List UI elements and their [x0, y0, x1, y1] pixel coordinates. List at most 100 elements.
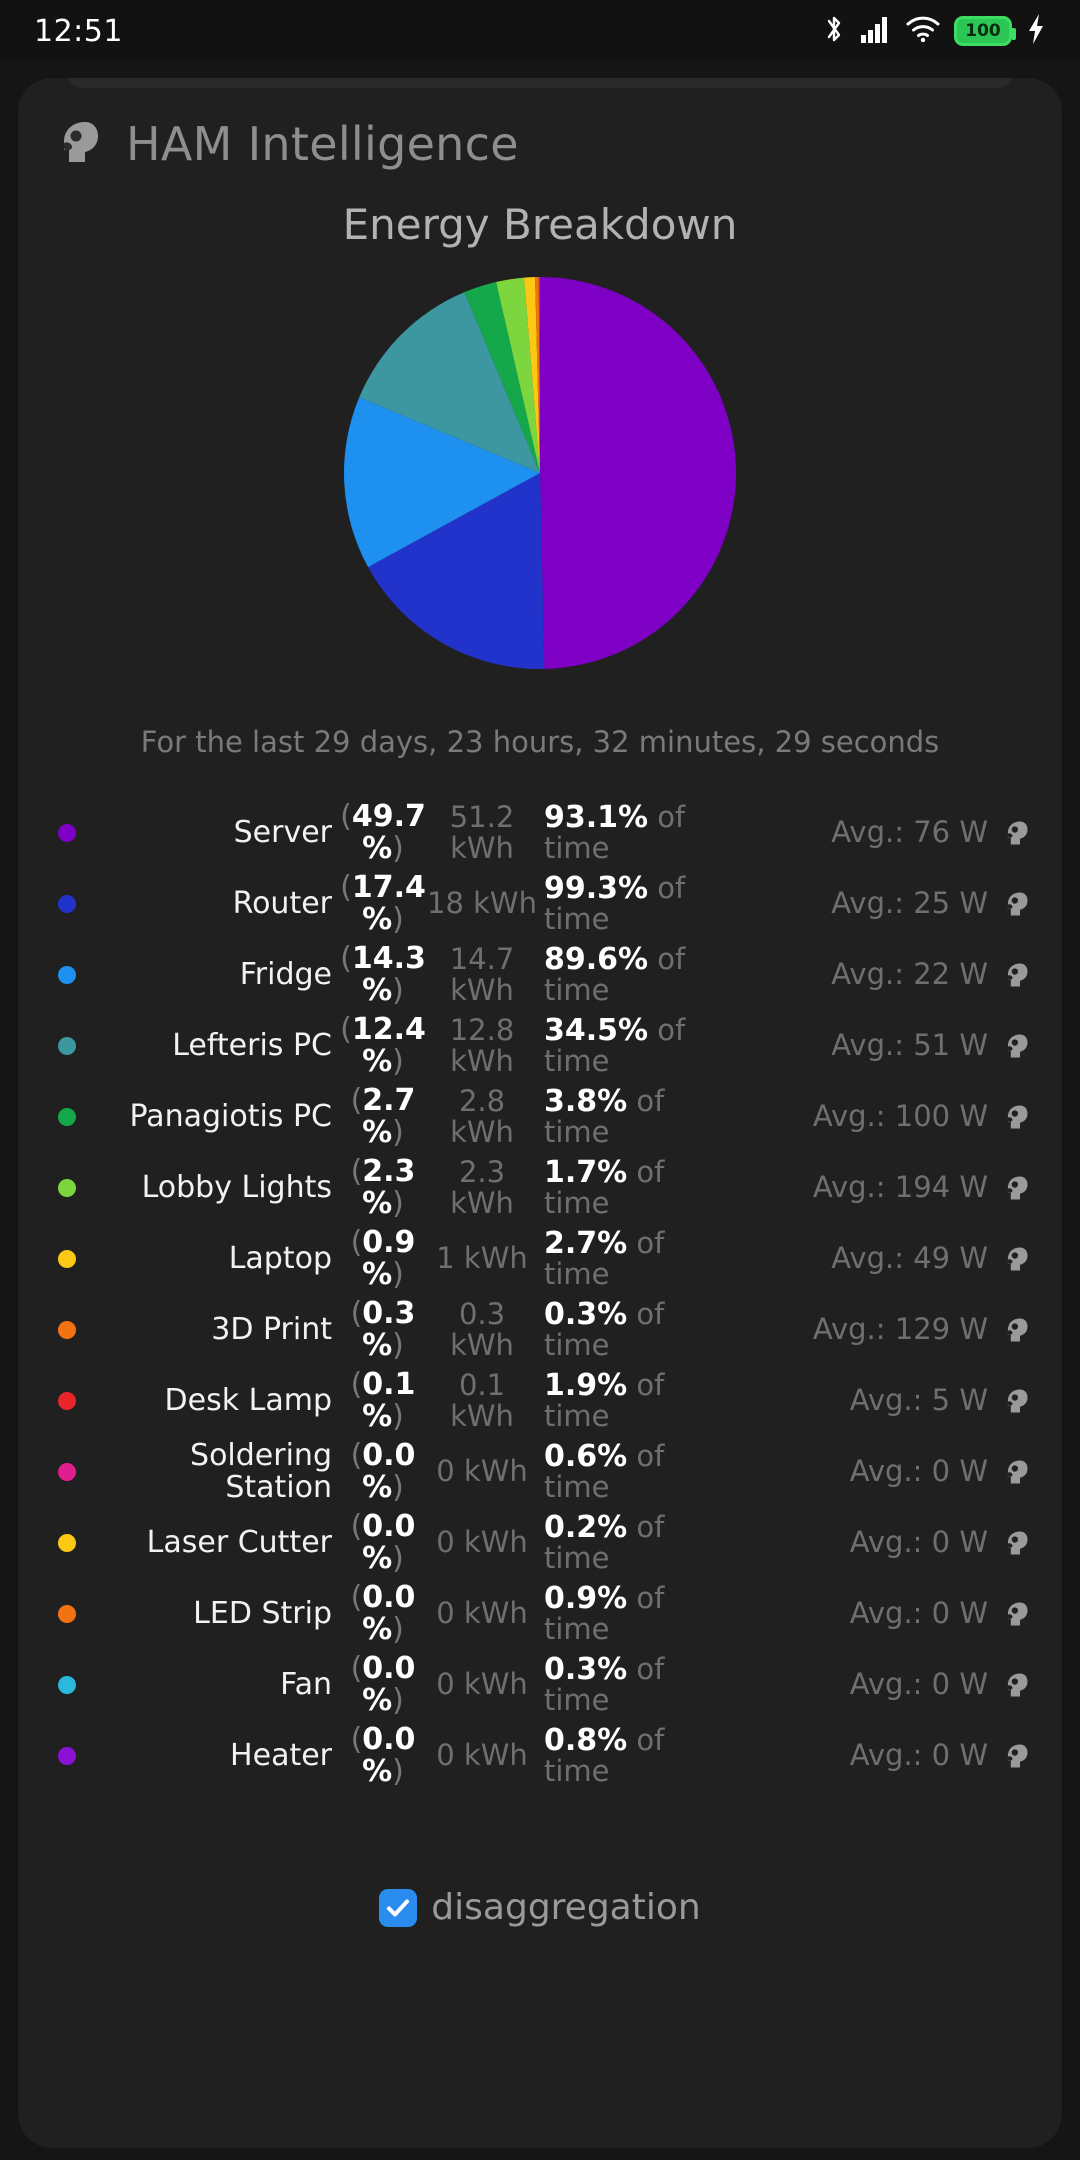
head-profile-icon [996, 1457, 1036, 1487]
device-average-power: Avg.: 0 W [849, 1453, 988, 1488]
device-time-value: 2.7% [544, 1225, 628, 1261]
device-name: LED Strip [193, 1595, 332, 1631]
device-percent: (0.0 %) [350, 1438, 416, 1505]
device-name: Lobby Lights [141, 1169, 332, 1205]
device-percent-value: 12.4 % [351, 1012, 426, 1079]
status-bar: 12:51 100 [0, 0, 1080, 62]
device-percent: (49.7 %) [340, 799, 426, 866]
device-percent-value: 0.3 % [362, 1296, 416, 1363]
legend-row[interactable]: Fan (0.0 %) 0 kWh 0.3% of time Avg.: 0 W [44, 1649, 1036, 1720]
device-percent-value: 0.1 % [362, 1367, 416, 1434]
device-time-share: 89.6% of time [538, 943, 686, 1006]
device-time-share: 0.9% of time [538, 1582, 686, 1645]
device-percent: (0.0 %) [350, 1509, 416, 1576]
head-profile-icon [996, 1528, 1036, 1558]
pie-chart-svg[interactable] [340, 273, 740, 673]
color-dot-icon [58, 1107, 76, 1126]
legend-color-swatch [44, 1320, 90, 1339]
color-dot-icon [58, 1746, 76, 1765]
device-percent: (2.7 %) [350, 1083, 416, 1150]
device-time-share: 0.8% of time [538, 1724, 686, 1787]
device-percent: (0.0 %) [350, 1722, 416, 1789]
device-average-power: Avg.: 76 W [831, 814, 988, 849]
device-time-value: 93.1% [544, 799, 649, 835]
device-time-share: 3.8% of time [538, 1085, 686, 1148]
legend-row[interactable]: Fridge (14.3 %) 14.7 kWh 89.6% of time Avg.:… [44, 939, 1036, 1010]
card-notch [66, 78, 1014, 88]
legend-color-swatch [44, 1036, 90, 1055]
pie-chart[interactable] [18, 273, 1062, 673]
device-time-value: 1.7% [544, 1154, 628, 1190]
legend-row[interactable]: Server (49.7 %) 51.2 kWh 93.1% of time Avg.:… [44, 797, 1036, 868]
device-average-power: Avg.: 25 W [831, 885, 988, 920]
device-name: Panagiotis PC [129, 1098, 332, 1134]
legend-color-swatch [44, 1746, 90, 1765]
device-percent: (0.1 %) [350, 1367, 416, 1434]
head-profile-icon [996, 1244, 1036, 1274]
disaggregation-checkbox[interactable] [379, 1888, 418, 1927]
legend-row[interactable]: Heater (0.0 %) 0 kWh 0.8% of time Avg.: 0 W [44, 1720, 1036, 1791]
phone-screen: 12:51 100 HAM Intelligence Energy Breakd… [0, 0, 1080, 2160]
device-time-value: 0.3% [544, 1296, 628, 1332]
device-time-value: 0.3% [544, 1651, 628, 1687]
legend-color-swatch [44, 1675, 90, 1694]
disaggregation-toggle[interactable]: disaggregation [18, 1887, 1062, 1928]
bluetooth-icon [822, 13, 846, 49]
device-percent-value: 0.0 % [362, 1651, 416, 1718]
device-energy: 0 kWh [436, 1454, 528, 1489]
head-profile-icon [996, 889, 1036, 919]
legend-row[interactable]: Router (17.4 %) 18 kWh 99.3% of time Avg.: 2… [44, 868, 1036, 939]
device-average-power: Avg.: 5 W [849, 1382, 988, 1417]
head-profile-icon [996, 1386, 1036, 1416]
device-average-power: Avg.: 0 W [849, 1666, 988, 1701]
device-time-share: 0.6% of time [538, 1440, 686, 1503]
legend-color-swatch [44, 965, 90, 984]
device-percent-value: 2.3 % [362, 1154, 416, 1221]
legend-color-swatch [44, 1391, 90, 1410]
device-time-share: 0.3% of time [538, 1651, 686, 1716]
color-dot-icon [58, 1320, 76, 1339]
pie-slice-server[interactable] [540, 277, 737, 669]
device-average-power: Avg.: 0 W [849, 1737, 988, 1772]
color-dot-icon [58, 1604, 76, 1623]
device-name: Laptop [228, 1240, 332, 1276]
device-percent: (14.3 %) [340, 941, 426, 1008]
device-percent-value: 49.7 % [351, 799, 426, 866]
legend-row[interactable]: Panagiotis PC (2.7 %) 2.8 kWh 3.8% of time A… [44, 1081, 1036, 1152]
device-time-share: 0.2% of time [538, 1511, 686, 1574]
disaggregation-label: disaggregation [431, 1887, 701, 1928]
device-energy: 51.2 kWh [449, 800, 515, 865]
device-energy: 0.1 kWh [450, 1368, 514, 1433]
legend-row[interactable]: 3D Print (0.3 %) 0.3 kWh 0.3% of time Avg.: … [44, 1294, 1036, 1365]
head-profile-icon [996, 1031, 1036, 1061]
legend-color-swatch [44, 1462, 90, 1481]
device-percent-value: 0.0 % [362, 1580, 416, 1647]
head-profile-icon [996, 1315, 1036, 1345]
device-energy: 2.3 kWh [450, 1155, 514, 1220]
color-dot-icon [58, 1462, 76, 1481]
status-clock: 12:51 [34, 13, 123, 49]
legend-row[interactable]: Soldering Station (0.0 %) 0 kWh 0.6% of tim… [44, 1436, 1036, 1507]
device-time-share: 1.7% of time [538, 1154, 686, 1219]
legend-row[interactable]: Desk Lamp (0.1 %) 0.1 kWh 1.9% of time Avg.:… [44, 1365, 1036, 1436]
device-percent: (0.0 %) [350, 1651, 416, 1718]
head-profile-icon [996, 960, 1036, 990]
device-energy: 0 kWh [436, 1525, 528, 1560]
device-percent: (12.4 %) [340, 1012, 426, 1079]
battery-icon: 100 [954, 16, 1016, 46]
legend-color-swatch [44, 1533, 90, 1552]
legend-color-swatch [44, 1249, 90, 1268]
legend-row[interactable]: Lobby Lights (2.3 %) 2.3 kWh 1.7% of time Av… [44, 1152, 1036, 1223]
device-time-value: 34.5% [544, 1012, 649, 1048]
legend-row[interactable]: Lefteris PC (12.4 %) 12.8 kWh 34.5% of time… [44, 1010, 1036, 1081]
device-average-power: Avg.: 0 W [849, 1595, 988, 1630]
device-energy: 14.7 kWh [449, 942, 515, 1007]
legend-row[interactable]: Laptop (0.9 %) 1 kWh 2.7% of time Avg.: 49 W [44, 1223, 1036, 1294]
cellular-signal-icon [860, 14, 892, 48]
dashboard-card: HAM Intelligence Energy Breakdown For th… [18, 78, 1062, 2148]
device-time-share: 2.7% of time [538, 1225, 686, 1290]
legend-row[interactable]: LED Strip (0.0 %) 0 kWh 0.9% of time Avg.: 0… [44, 1578, 1036, 1649]
device-time-share: 0.3% of time [538, 1296, 686, 1361]
device-name: Heater [230, 1737, 332, 1773]
legend-row[interactable]: Laser Cutter (0.0 %) 0 kWh 0.2% of time Avg.… [44, 1507, 1036, 1578]
